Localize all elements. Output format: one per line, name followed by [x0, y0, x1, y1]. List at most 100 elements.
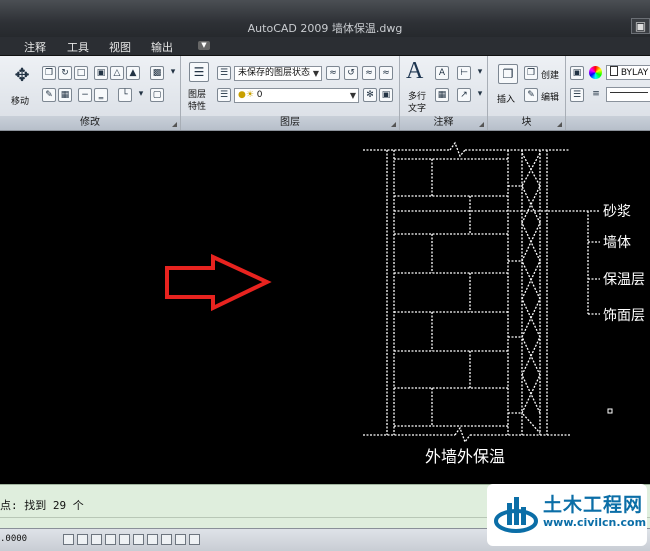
stretch-icon[interactable]: △ — [110, 66, 124, 80]
layer-freeze-icon[interactable]: ✻ — [363, 88, 377, 102]
edit-label[interactable]: 编辑 — [541, 90, 559, 103]
tab-view[interactable]: 视图 — [109, 39, 131, 55]
drawing-svg: 砂浆 墙体 保温层 饰面层 外墙外保温 — [165, 141, 645, 466]
insert-block-icon[interactable]: ❐ — [498, 64, 518, 84]
layer-properties-icon[interactable]: ☰ — [189, 62, 209, 82]
join-icon[interactable]: ‗ — [94, 88, 108, 102]
layer-properties-label-2: 特性 — [188, 102, 207, 112]
close-button[interactable]: ▣ — [631, 18, 650, 34]
break-icon[interactable]: − — [78, 88, 92, 102]
edit-block-icon[interactable]: ✎ — [524, 88, 538, 102]
watermark-title: 土木工程网 — [543, 494, 644, 516]
dimension-dropdown-icon[interactable]: ▾ — [473, 66, 487, 80]
layer-state-icons: ●☀ — [238, 90, 254, 100]
mtext-icon[interactable]: A — [406, 58, 423, 85]
scale-icon[interactable]: ▣ — [94, 66, 108, 80]
leader-icon[interactable]: ↗ — [457, 88, 471, 102]
quick-properties-icon[interactable] — [189, 534, 200, 545]
ribbon: ✥ 移动 ❐ ↻ □ ▣ △ ▲ ▩ ▾ ✎ ▦ − ‗ └ ▾ ▢ 修改 ☰ … — [0, 56, 650, 131]
coordinate-readout: .0000 — [0, 534, 28, 544]
block-panel: ❐ 插入 ❐ 创建 ✎ 编辑 块 — [488, 56, 566, 130]
label-wall: 墙体 — [603, 235, 631, 251]
copy-icon[interactable]: ❐ — [42, 66, 56, 80]
panel-expand-icon[interactable] — [391, 122, 396, 127]
mirror-icon[interactable]: ▲ — [126, 66, 140, 80]
layers-panel: ☰ 图层 特性 ☰ 未保存的图层状态 ▼ ≈ ↺ ≈ ≈ ☰ ●☀ 0 ▼ ✻ … — [181, 56, 400, 130]
polar-tracking-icon[interactable] — [105, 534, 116, 545]
grid-display-icon[interactable] — [77, 534, 88, 545]
leader-dropdown-icon[interactable]: ▾ — [473, 88, 487, 102]
linetype-dropdown[interactable] — [606, 87, 650, 102]
panel-expand-icon[interactable] — [557, 122, 562, 127]
layer-previous-icon[interactable]: ↺ — [344, 66, 358, 80]
block-panel-footer[interactable]: 块 — [488, 116, 565, 130]
move-icon[interactable]: ✥ — [12, 66, 32, 86]
trim-icon[interactable]: □ — [74, 66, 88, 80]
tab-output[interactable]: 输出 — [151, 39, 173, 55]
layer-lock-icon[interactable]: ▣ — [379, 88, 393, 102]
current-layer-dropdown[interactable]: ●☀ 0 ▼ — [234, 88, 359, 103]
mtext-label-2: 文字 — [408, 104, 427, 114]
layer-isolate-icon[interactable]: ≈ — [362, 66, 376, 80]
layer-match-icon[interactable]: ≈ — [326, 66, 340, 80]
more-modify-icon[interactable]: ▾ — [166, 66, 180, 80]
array-icon[interactable]: ▦ — [58, 88, 72, 102]
table-icon[interactable]: ▦ — [435, 88, 449, 102]
watermark-url: www.civilcn.com — [543, 516, 647, 529]
lineweight-icon[interactable]: ≡ — [589, 88, 603, 102]
ribbon-minimize-icon[interactable]: ▼ — [198, 41, 210, 50]
modify-panel-label: 修改 — [80, 117, 100, 128]
command-history-line: 点: 找到 29 个 — [0, 499, 84, 512]
ribbon-tab-bar: 注释 工具 视图 输出 ▼ — [0, 37, 650, 56]
grip-marker[interactable] — [607, 408, 613, 414]
layer-state-dropdown[interactable]: 未保存的图层状态 ▼ — [234, 66, 322, 81]
dynamic-input-icon[interactable] — [161, 534, 172, 545]
create-label[interactable]: 创建 — [541, 68, 559, 81]
label-mortar: 砂浆 — [603, 204, 631, 220]
text-style-icon[interactable]: A — [435, 66, 449, 80]
move-label: 移动 — [11, 97, 30, 107]
ortho-mode-icon[interactable] — [91, 534, 102, 545]
explode-icon[interactable]: ▢ — [150, 88, 164, 102]
wall-section-drawing — [363, 141, 600, 444]
layers-panel-label: 图层 — [280, 117, 300, 128]
properties-panel-footer[interactable] — [566, 116, 650, 130]
title-bar: AutoCAD 2009 墙体保温.dwg ▣ — [0, 0, 650, 37]
tab-annotate[interactable]: 注释 — [24, 39, 46, 55]
annotation-panel: A 多行 文字 A ⊢ ▾ ▦ ↗ ▾ 注释 — [400, 56, 488, 130]
match-properties-icon[interactable]: ▣ — [570, 66, 584, 80]
layers-panel-footer[interactable]: 图层 — [181, 116, 399, 130]
panel-expand-icon[interactable] — [172, 122, 177, 127]
layer-state-icon[interactable]: ☰ — [217, 66, 231, 80]
window-title: AutoCAD 2009 墙体保温.dwg — [247, 22, 403, 35]
list-properties-icon[interactable]: ☰ — [570, 88, 584, 102]
dynamic-ucs-icon[interactable] — [147, 534, 158, 545]
create-block-icon[interactable]: ❐ — [524, 66, 538, 80]
fillet-icon[interactable]: └ — [118, 88, 132, 102]
color-wheel-icon[interactable] — [589, 66, 602, 79]
fillet-dropdown-icon[interactable]: ▾ — [134, 88, 148, 102]
panel-expand-icon[interactable] — [479, 122, 484, 127]
layer-manage-icon[interactable]: ☰ — [217, 88, 231, 102]
object-snap-icon[interactable] — [119, 534, 130, 545]
color-value: BYLAY — [620, 68, 649, 78]
modify-panel: ✥ 移动 ❐ ↻ □ ▣ △ ▲ ▩ ▾ ✎ ▦ − ‗ └ ▾ ▢ 修改 — [0, 56, 181, 130]
label-finish: 饰面层 — [603, 308, 645, 324]
properties-panel: ▣ BYLAY ☰ ≡ — [566, 56, 650, 130]
tab-tools[interactable]: 工具 — [67, 39, 89, 55]
modify-panel-footer[interactable]: 修改 — [0, 116, 180, 130]
erase-icon[interactable]: ✎ — [42, 88, 56, 102]
linetype-line — [610, 92, 648, 93]
annotation-panel-footer[interactable]: 注释 — [400, 116, 487, 130]
color-dropdown[interactable]: BYLAY — [606, 65, 650, 80]
color-swatch-icon — [610, 66, 618, 76]
dimension-icon[interactable]: ⊢ — [457, 66, 471, 80]
offset-icon[interactable]: ▩ — [150, 66, 164, 80]
drawing-canvas[interactable]: 砂浆 墙体 保温层 饰面层 外墙外保温 — [0, 131, 650, 484]
layer-unisolate-icon[interactable]: ≈ — [379, 66, 393, 80]
object-snap-tracking-icon[interactable] — [133, 534, 144, 545]
lineweight-toggle-icon[interactable] — [175, 534, 186, 545]
snap-mode-icon[interactable] — [63, 534, 74, 545]
drawing-caption: 外墙外保温 — [425, 447, 505, 466]
rotate-icon[interactable]: ↻ — [58, 66, 72, 80]
